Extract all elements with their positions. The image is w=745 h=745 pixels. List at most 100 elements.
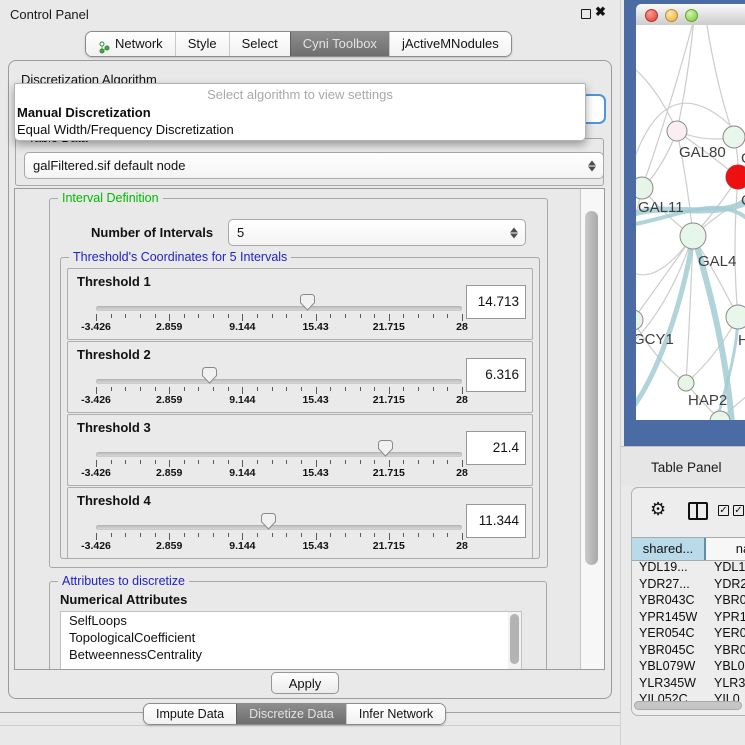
network-node-label: H — [738, 332, 745, 349]
tab-label: Network — [115, 32, 163, 56]
zoom-traffic-light-icon[interactable] — [685, 9, 698, 22]
slider-tick-label: 21.715 — [373, 467, 405, 479]
network-node-c[interactable] — [726, 165, 745, 189]
network-edge[interactable] — [642, 25, 694, 188]
slider-tick-label: -3.426 — [81, 467, 111, 479]
minimize-traffic-light-icon[interactable] — [665, 9, 678, 22]
network-node-label: GAL4 — [698, 253, 736, 270]
close-icon[interactable]: ✖ — [595, 4, 606, 20]
tab-jactivemnodules[interactable]: jActiveMNodules — [389, 32, 511, 56]
settings-vertical-scrollbar[interactable] — [580, 189, 605, 669]
threshold-slider-thumb[interactable] — [300, 294, 315, 311]
tab-network[interactable]: Network — [86, 32, 175, 56]
cell-shared-name: YDR27... — [632, 577, 706, 594]
cell-shared-name: YBR045C — [632, 643, 706, 660]
network-node-gcy1[interactable] — [636, 310, 643, 330]
network-edge[interactable] — [677, 25, 694, 131]
table-horizontal-scrollbar[interactable] — [634, 701, 745, 711]
num-intervals-value: 5 — [237, 225, 244, 240]
network-node-gal11[interactable] — [636, 177, 653, 199]
table-row[interactable]: YDR27...YDR2 — [632, 577, 745, 594]
slider-tick-label: 21.715 — [373, 540, 405, 552]
threshold-value-field[interactable]: 21.4 — [466, 431, 526, 465]
table-row[interactable]: YBR043CYBR0 — [632, 593, 745, 610]
numerical-attributes-list[interactable]: SelfLoopsTopologicalCoefficientBetweenne… — [60, 611, 522, 670]
table-panel-card: ⚙ ✓ ✓ shared... name YDL19...YDL1YDR27..… — [631, 487, 745, 716]
threshold-slider-thumb[interactable] — [261, 513, 276, 530]
threshold-label: Threshold 3 — [77, 420, 151, 435]
network-node-g[interactable] — [723, 126, 745, 148]
network-window-titlebar[interactable] — [636, 4, 745, 26]
close-traffic-light-icon[interactable] — [645, 9, 658, 22]
algorithm-popup-item[interactable]: Manual Discretization — [15, 104, 585, 121]
slider-tick-label: 28 — [456, 540, 468, 552]
tab-infer-network[interactable]: Infer Network — [346, 704, 445, 724]
tab-impute-data[interactable]: Impute Data — [144, 704, 236, 724]
column-header-shared-name[interactable]: shared... — [632, 538, 706, 560]
threshold-slider-thumb[interactable] — [378, 440, 393, 457]
table-data-combo[interactable]: galFiltered.sif default node — [24, 152, 604, 179]
attributes-scrollbar[interactable] — [508, 612, 521, 670]
algorithm-dropdown-popup: Select algorithm to view settings Manual… — [14, 83, 586, 141]
slider-tick-label: 21.715 — [373, 321, 405, 333]
num-intervals-combo[interactable]: 5 — [228, 219, 526, 246]
network-edge[interactable] — [706, 25, 734, 137]
attribute-list-item[interactable]: BetweennessCentrality — [61, 646, 521, 663]
gear-icon[interactable]: ⚙ — [650, 500, 666, 518]
network-node-gal80[interactable] — [667, 121, 687, 141]
network-edge[interactable] — [636, 65, 677, 131]
network-node-label: G — [741, 150, 745, 167]
table-data-combo-value: galFiltered.sif default node — [33, 158, 185, 173]
table-row[interactable]: YER054CYER0 — [632, 626, 745, 643]
table-row[interactable]: YLR345WYLR3 — [632, 676, 745, 693]
threshold-slider-thumb[interactable] — [202, 367, 217, 384]
attributes-group: Attributes to discretize Numerical Attri… — [49, 581, 547, 670]
column-header-name[interactable]: name — [706, 538, 745, 560]
apply-button[interactable]: Apply — [271, 672, 339, 694]
slider-tick-label: 9.144 — [229, 394, 255, 406]
slider-tick-label: -3.426 — [81, 394, 111, 406]
slider-tick-label: 9.144 — [229, 540, 255, 552]
attribute-list-item[interactable]: TopologicalCoefficient — [61, 629, 521, 646]
tab-label: Select — [242, 32, 278, 56]
network-node-hap2[interactable] — [678, 375, 694, 391]
slider-tick-label: 9.144 — [229, 321, 255, 333]
network-node-h[interactable] — [726, 305, 745, 329]
table-row[interactable]: YDL19...YDL1 — [632, 560, 745, 577]
threshold-panel: Threshold 3-3.4262.8599.14415.4321.71528… — [67, 414, 533, 486]
cell-shared-name: YER054C — [632, 626, 706, 643]
slider-tick-label: 15.43 — [302, 540, 328, 552]
network-canvas[interactable]: GAL80GCGAL11GAL4GCY1HHAP2 — [636, 25, 745, 420]
threshold-slider-track[interactable] — [96, 306, 462, 311]
slider-tick-label: 9.144 — [229, 467, 255, 479]
slider-tick-label: 2.859 — [156, 321, 182, 333]
slider-tick-label: 15.43 — [302, 467, 328, 479]
threshold-value-field[interactable]: 14.713 — [466, 285, 526, 319]
cell-name: YBL0 — [706, 659, 745, 676]
network-node-gal4[interactable] — [680, 223, 706, 249]
float-window-icon[interactable] — [581, 9, 591, 19]
table-row[interactable]: YBR045CYBR0 — [632, 643, 745, 660]
threshold-slider-track[interactable] — [96, 379, 462, 384]
checkbox-checked-icon[interactable]: ✓ — [733, 505, 744, 516]
threshold-value-field[interactable]: 6.316 — [466, 358, 526, 392]
threshold-value-field[interactable]: 11.344 — [466, 504, 526, 538]
tab-cyni-toolbox[interactable]: Cyni Toolbox — [290, 32, 389, 56]
threshold-slider-track[interactable] — [96, 525, 462, 530]
interval-group-title: Interval Definition — [58, 191, 163, 205]
table-row[interactable]: YBL079WYBL0 — [632, 659, 745, 676]
slider-tick-label: 2.859 — [156, 394, 182, 406]
cell-shared-name: YLR345W — [632, 676, 706, 693]
table-row[interactable]: YPR145WYPR1 — [632, 610, 745, 627]
algorithm-popup-item[interactable]: Equal Width/Frequency Discretization — [15, 121, 585, 138]
tab-select[interactable]: Select — [229, 32, 290, 56]
slider-tick-label: 28 — [456, 467, 468, 479]
threshold-slider-track[interactable] — [96, 452, 462, 457]
network-edge[interactable] — [735, 177, 738, 317]
tab-label: Impute Data — [156, 704, 224, 724]
split-columns-icon[interactable] — [688, 502, 708, 520]
checkbox-checked-icon[interactable]: ✓ — [718, 505, 729, 516]
attribute-list-item[interactable]: SelfLoops — [61, 612, 521, 629]
tab-discretize-data[interactable]: Discretize Data — [236, 704, 346, 724]
tab-style[interactable]: Style — [175, 32, 229, 56]
